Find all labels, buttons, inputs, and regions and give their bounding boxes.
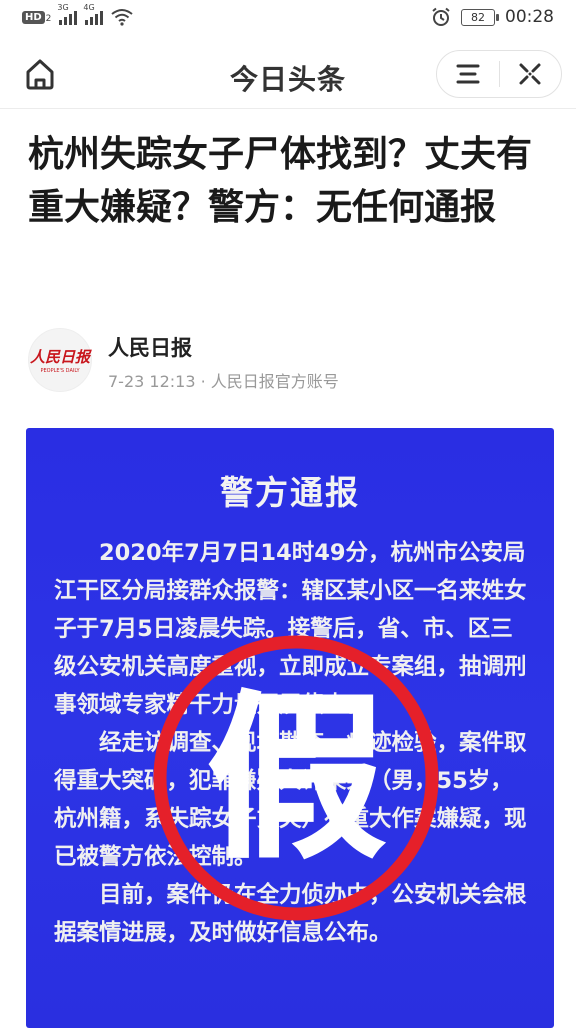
people-daily-logo: 人民日报 bbox=[29, 348, 90, 366]
clock-time: 00:28 bbox=[505, 7, 554, 27]
wifi-icon bbox=[111, 9, 134, 26]
signal-4g-label: 4G bbox=[83, 3, 95, 12]
author-name[interactable]: 人民日报 bbox=[108, 332, 192, 362]
menu-button[interactable] bbox=[437, 51, 499, 97]
article-headline: 杭州失踪女子尸体找到？丈夫有重大嫌疑？警方：无任何通报 bbox=[28, 134, 533, 228]
alarm-clock-icon bbox=[432, 7, 450, 26]
sim-number: 2 bbox=[45, 13, 52, 24]
status-bar: HD 2 3G 4G 82 00:28 bbox=[0, 0, 576, 38]
miniapp-capsule bbox=[436, 50, 562, 98]
author-avatar[interactable]: 人民日报 PEOPLE'S DAILY bbox=[28, 328, 92, 392]
signal-4g-icon: 4G bbox=[83, 3, 104, 25]
article-image[interactable]: 警方通报 2020年7月7日14时49分，杭州市公安局江干区分局接群众报警：辖区… bbox=[26, 428, 554, 1028]
signal-3g-label: 3G bbox=[57, 3, 69, 12]
fake-stamp-text: 假 bbox=[207, 675, 385, 882]
fake-stamp: 假 bbox=[153, 635, 439, 921]
close-button[interactable] bbox=[500, 51, 562, 97]
menu-icon bbox=[456, 64, 480, 84]
signal-3g-icon: 3G bbox=[57, 3, 78, 25]
status-right: 82 00:28 bbox=[431, 7, 554, 27]
hd-badge: HD bbox=[22, 10, 45, 24]
notice-title: 警方通报 bbox=[220, 473, 360, 512]
status-left: HD 2 3G 4G bbox=[22, 3, 134, 26]
close-icon bbox=[519, 63, 541, 85]
battery-icon: 82 bbox=[461, 8, 499, 26]
people-daily-logo-sub: PEOPLE'S DAILY bbox=[40, 368, 80, 374]
hd-indicator: HD 2 bbox=[22, 10, 52, 24]
author-meta: 7-23 12:13 · 人民日报官方账号 bbox=[108, 372, 339, 391]
author-row[interactable]: 人民日报 PEOPLE'S DAILY 人民日报 7-23 12:13 · 人民… bbox=[28, 328, 548, 392]
navbar: 今日头条 bbox=[0, 40, 576, 109]
